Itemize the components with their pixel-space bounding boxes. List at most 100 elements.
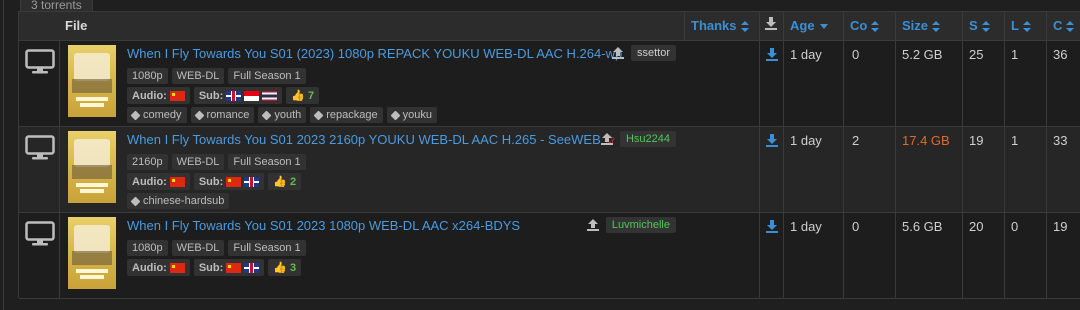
- comments-label: Co: [850, 18, 868, 33]
- category-cell: [19, 41, 59, 126]
- uploader-name[interactable]: Hsu2244: [619, 131, 676, 147]
- keyword-tag[interactable]: youth: [258, 107, 307, 123]
- seeders-label: S: [969, 18, 978, 33]
- seeders-value[interactable]: 19: [969, 133, 983, 148]
- column-leechers[interactable]: L: [1004, 12, 1046, 40]
- download-icon[interactable]: [765, 133, 779, 147]
- uploader-name[interactable]: ssettor: [630, 45, 676, 61]
- column-age[interactable]: Age: [783, 12, 843, 40]
- tag-season: Full Season 1: [228, 68, 306, 84]
- download-icon[interactable]: [765, 47, 779, 61]
- leechers-value[interactable]: 0: [1011, 219, 1018, 234]
- completed-value[interactable]: 19: [1053, 219, 1067, 234]
- thanks-badge: 👍 2: [268, 173, 302, 190]
- monitor-icon[interactable]: [25, 221, 55, 247]
- keyword-tag[interactable]: comedy: [127, 107, 187, 123]
- tag-source: WEB-DL: [171, 240, 225, 256]
- keyword-label: youku: [402, 109, 432, 121]
- tag-icon: [194, 110, 204, 121]
- comments-value[interactable]: 0: [852, 47, 859, 62]
- tag-icon: [390, 110, 401, 121]
- torrent-title-link[interactable]: When I Fly Towards You S01 (2023) 1080p …: [127, 46, 622, 61]
- torrent-table: File Thanks Age Co Size S L C When I Fly…: [18, 11, 1080, 299]
- thumbs-up-icon: 👍: [273, 176, 287, 188]
- keyword-label: repackage: [326, 109, 378, 121]
- thumbs-up-icon: 👍: [291, 90, 305, 102]
- audio-box: Audio:: [127, 87, 190, 104]
- audio-box: Audio:: [127, 259, 190, 276]
- thailand-flag-icon: [262, 90, 278, 101]
- subtitle-box: Sub:: [193, 87, 283, 104]
- poster-thumbnail[interactable]: [68, 131, 116, 203]
- keyword-tag[interactable]: chinese-hardsub: [127, 193, 230, 209]
- keyword-tag[interactable]: repackage: [310, 107, 383, 123]
- monitor-icon[interactable]: [25, 49, 55, 75]
- keyword-tag[interactable]: youku: [386, 107, 437, 123]
- column-size[interactable]: Size: [895, 12, 962, 40]
- completed-value[interactable]: 33: [1053, 133, 1067, 148]
- thanks-badge: 👍 3: [268, 259, 302, 276]
- file-cell: When I Fly Towards You S01 2023 1080p WE…: [59, 213, 684, 298]
- torrent-title-link[interactable]: When I Fly Towards You S01 2023 2160p YO…: [127, 132, 615, 148]
- leechers-value[interactable]: 1: [1011, 133, 1018, 148]
- audio-label: Audio:: [132, 89, 167, 102]
- download-icon: [765, 17, 777, 30]
- poster-thumbnail[interactable]: [68, 217, 116, 289]
- column-file[interactable]: File: [59, 12, 684, 40]
- tag-season: Full Season 1: [228, 240, 306, 256]
- uploader-name[interactable]: Luvmichelle: [605, 217, 676, 233]
- download-icon[interactable]: [765, 219, 779, 233]
- size-label: Size: [902, 18, 929, 33]
- sub-label: Sub:: [198, 261, 224, 274]
- thanks-count: 2: [289, 175, 297, 188]
- seeders-value[interactable]: 20: [969, 219, 983, 234]
- subtitle-box: Sub:: [193, 173, 265, 190]
- download-cell: [759, 213, 783, 298]
- completed-label: C: [1053, 18, 1063, 33]
- comments-value[interactable]: 0: [852, 219, 859, 234]
- audio-box: Audio:: [127, 173, 190, 190]
- age-label: Age: [790, 18, 815, 33]
- column-thanks[interactable]: Thanks: [684, 12, 759, 40]
- leechers-value[interactable]: 1: [1011, 47, 1018, 62]
- size-value: 17.4 GB: [902, 133, 950, 148]
- completed-value[interactable]: 36: [1053, 47, 1067, 62]
- tag-icon: [261, 110, 272, 121]
- table-row: When I Fly Towards You S01 2023 1080p WE…: [19, 213, 1080, 299]
- file-cell: When I Fly Towards You S01 (2023) 1080p …: [59, 41, 684, 126]
- size-value: 5.2 GB: [902, 47, 943, 62]
- poster-thumbnail[interactable]: [68, 45, 116, 117]
- tag-icon: [130, 196, 141, 207]
- subtitle-box: Sub:: [193, 259, 265, 276]
- download-cell: [759, 41, 783, 126]
- china-flag-icon: [169, 262, 185, 273]
- uk-flag-icon: [244, 262, 260, 273]
- category-cell: [19, 213, 59, 298]
- column-seeders[interactable]: S: [962, 12, 1004, 40]
- torrent-title-link[interactable]: When I Fly Towards You S01 2023 1080p WE…: [127, 218, 520, 233]
- age-value: 1 day: [790, 219, 822, 234]
- uk-flag-icon: [226, 90, 242, 101]
- table-row: When I Fly Towards You S01 (2023) 1080p …: [19, 41, 1080, 127]
- tag-icon: [130, 110, 141, 121]
- size-value: 5.6 GB: [902, 219, 943, 234]
- keyword-tag[interactable]: romance: [190, 107, 255, 123]
- comments-value[interactable]: 2: [852, 133, 859, 148]
- title-text: When I Fly Towards You S01 2023 2160p YO…: [127, 132, 601, 147]
- tag-resolution: 2160p: [127, 154, 168, 170]
- tag-source: WEB-DL: [171, 68, 225, 84]
- sort-down-icon: [819, 24, 828, 30]
- audio-label: Audio:: [132, 175, 167, 188]
- seeders-value[interactable]: 25: [969, 47, 983, 62]
- keyword-label: youth: [274, 109, 302, 121]
- file-cell: When I Fly Towards You S01 2023 2160p YO…: [59, 127, 684, 212]
- tag-resolution: 1080p: [127, 240, 168, 256]
- column-completed[interactable]: C: [1046, 12, 1080, 40]
- age-value: 1 day: [790, 133, 822, 148]
- monitor-icon[interactable]: [25, 135, 55, 161]
- thumbs-up-icon: 👍: [273, 262, 287, 274]
- thanks-count: 7: [307, 89, 315, 102]
- age-value: 1 day: [790, 47, 822, 62]
- tag-source: WEB-DL: [171, 154, 225, 170]
- column-comments[interactable]: Co: [843, 12, 895, 40]
